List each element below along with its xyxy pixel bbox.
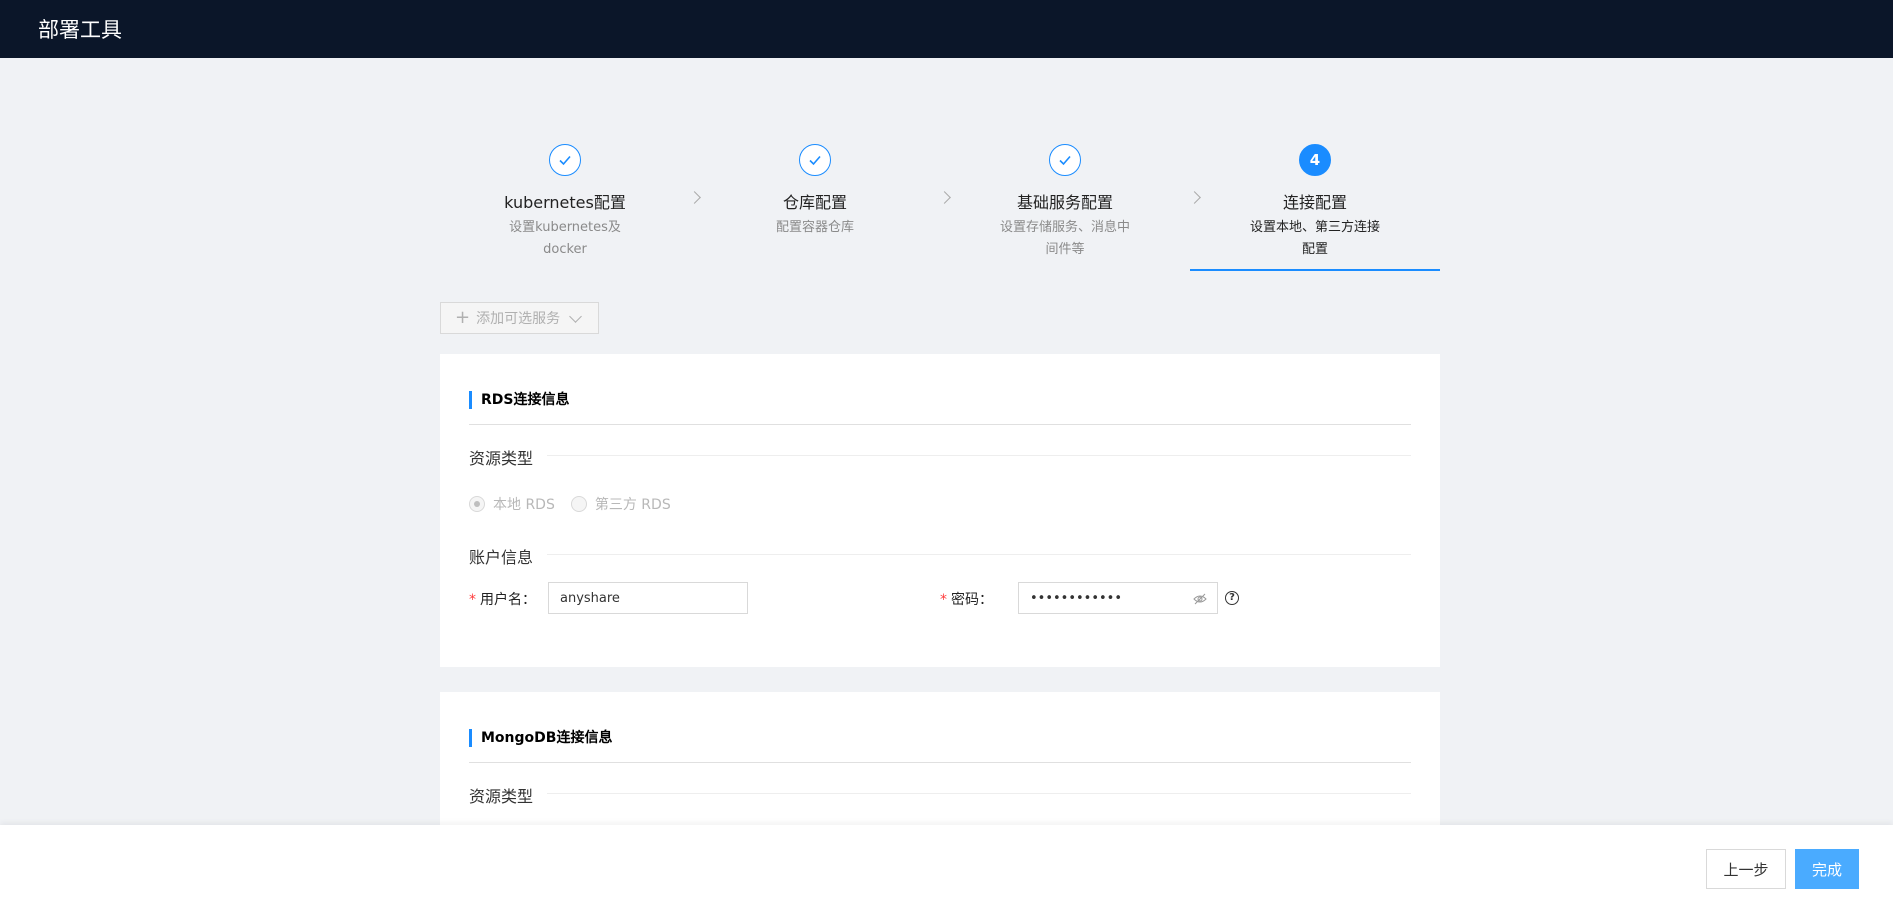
step-title: 仓库配置 <box>782 193 847 212</box>
step-base-services[interactable]: 基础服务配置 设置存储服务、消息中间件等 <box>940 144 1190 274</box>
section-line <box>469 554 1411 555</box>
previous-step-button[interactable]: 上一步 <box>1706 849 1786 889</box>
add-optional-service-label: 添加可选服务 <box>476 311 561 327</box>
section-line <box>469 793 1411 794</box>
chevron-down-icon <box>569 310 582 323</box>
username-input[interactable]: anyshare <box>548 582 748 614</box>
check-icon <box>1049 144 1081 176</box>
radio-third-party-rds[interactable]: 第三方 RDS <box>570 494 671 514</box>
resource-type-radio-group: 本地 RDS 第三方 RDS <box>469 494 687 514</box>
radio-dot <box>469 496 485 512</box>
step-description: 设置本地、第三方连接配置 <box>1250 220 1381 257</box>
step-connection[interactable]: 4 连接配置 设置本地、第三方连接配置 <box>1190 144 1440 274</box>
divider <box>469 762 1411 763</box>
help-icon[interactable]: ? <box>1225 591 1239 605</box>
step-description: 配置容器仓库 <box>775 220 854 235</box>
add-optional-service-dropdown[interactable]: + 添加可选服务 <box>440 302 599 334</box>
divider <box>469 424 1411 425</box>
footer-bar: 上一步 完成 <box>0 825 1893 909</box>
password-input[interactable]: •••••••••••• <box>1018 582 1218 614</box>
mongodb-card-title: MongoDB连接信息 <box>469 729 612 747</box>
rds-card-title: RDS连接信息 <box>469 391 569 409</box>
check-icon <box>549 144 581 176</box>
username-label: * 用户名： <box>469 589 536 609</box>
step-title: kubernetes配置 <box>504 193 626 212</box>
step-description: 设置kubernetes及docker <box>509 220 621 257</box>
radio-local-rds[interactable]: 本地 RDS <box>469 494 555 514</box>
top-bar: 部署工具 <box>0 0 1893 58</box>
username-label-text: 用户名 <box>480 592 522 608</box>
app-title: 部署工具 <box>38 18 122 42</box>
plus-icon: + <box>455 307 471 328</box>
step-description: 设置存储服务、消息中间件等 <box>1000 220 1131 257</box>
step-kubernetes[interactable]: kubernetes配置 设置kubernetes及docker <box>440 144 690 274</box>
required-marker: * <box>940 592 947 608</box>
step-repository[interactable]: 仓库配置 配置容器仓库 <box>690 144 940 274</box>
step-title: 连接配置 <box>1282 193 1347 212</box>
step-number: 4 <box>1299 144 1331 176</box>
stepper: kubernetes配置 设置kubernetes及docker 仓库配置 配置… <box>440 144 1440 274</box>
eye-invisible-icon[interactable] <box>1193 592 1207 606</box>
required-marker: * <box>469 592 476 608</box>
rds-card: RDS连接信息 资源类型 本地 RDS 第三方 RDS 账户信息 * 用户名： a… <box>440 354 1440 667</box>
label-colon: ： <box>979 592 993 608</box>
active-step-underline <box>1190 269 1440 271</box>
radio-label: 本地 RDS <box>493 497 555 513</box>
section-line <box>469 455 1411 456</box>
password-value: •••••••••••• <box>1030 590 1123 606</box>
finish-button[interactable]: 完成 <box>1795 849 1859 889</box>
check-icon <box>799 144 831 176</box>
password-label-text: 密码 <box>951 592 979 608</box>
resource-type-label: 资源类型 <box>469 783 548 807</box>
password-label: * 密码： <box>940 589 993 609</box>
label-colon: ： <box>522 592 536 608</box>
step-title: 基础服务配置 <box>1016 193 1113 212</box>
account-info-label: 账户信息 <box>469 544 548 568</box>
resource-type-label: 资源类型 <box>469 445 548 469</box>
radio-label: 第三方 RDS <box>594 497 671 513</box>
radio-dot <box>570 496 587 512</box>
